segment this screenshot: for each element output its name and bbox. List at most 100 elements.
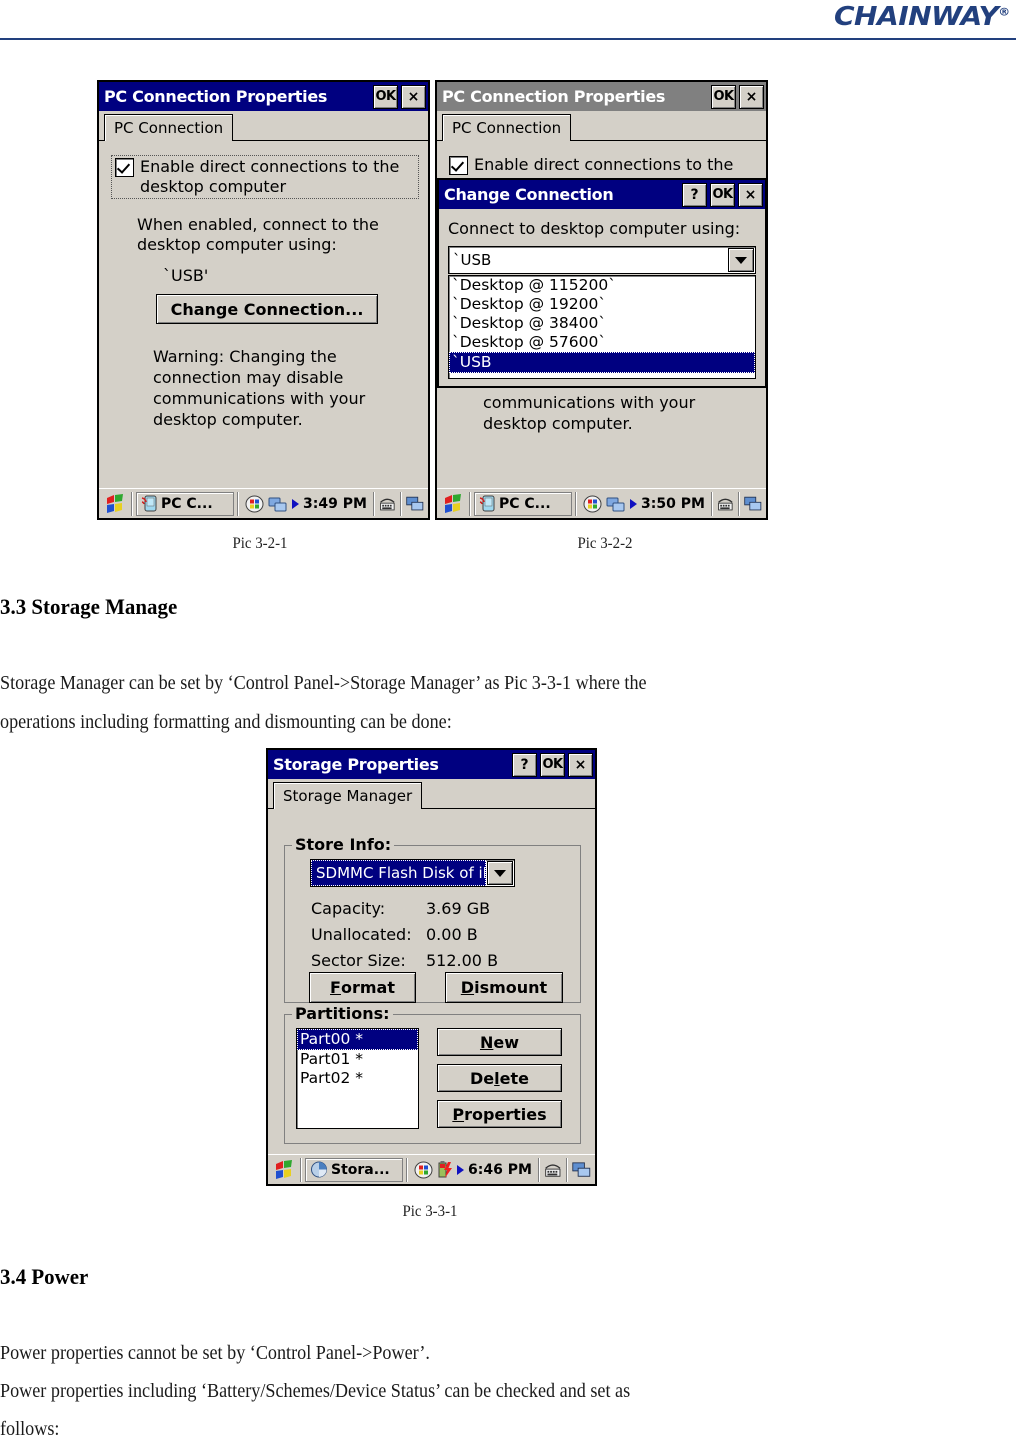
warning-text: Warning: Changing the connection may dis… <box>153 346 416 430</box>
paragraph-3-4-line2: Power properties including ‘Battery/Sche… <box>0 1381 631 1402</box>
pc-connection-properties-window: PC Connection Properties OK × PC Connect… <box>97 80 430 520</box>
taskbar-2-separator <box>469 491 471 516</box>
change-connection-button[interactable]: Change Connection... <box>156 294 378 324</box>
heading-3-3: 3.3 Storage Manage <box>0 594 178 619</box>
storage-window-title: Storage Properties <box>273 755 439 774</box>
partition-properties-button[interactable]: Properties <box>437 1100 562 1128</box>
storage-help-button[interactable]: ? <box>512 752 537 777</box>
window-title-2: PC Connection Properties <box>442 87 666 106</box>
list-item[interactable]: `Desktop @ 57600` <box>449 333 755 352</box>
connect-info-text: When enabled, connect to the desktop com… <box>137 215 416 255</box>
chevron-down-icon[interactable] <box>728 248 754 272</box>
enable-direct-connections-checkbox-row[interactable]: Enable direct connections to the desktop… <box>111 155 419 199</box>
desktop-switch-icon[interactable] <box>405 494 425 514</box>
ok-button-2[interactable]: OK <box>711 84 736 109</box>
taskbar-item-label-storage: Stora... <box>331 1161 390 1178</box>
ok-button[interactable]: OK <box>373 84 398 109</box>
start-button-2[interactable] <box>440 492 466 516</box>
taskbar-item-label: PC C... <box>161 495 213 512</box>
desktop-switch-icon[interactable] <box>743 494 763 514</box>
storage-tabstrip: Storage Manager <box>268 782 595 809</box>
connection-combobox-value: `USB <box>453 251 492 269</box>
enable-direct-connections-label: Enable direct connections to the desktop… <box>140 157 399 197</box>
titlebar: PC Connection Properties OK × <box>99 82 428 111</box>
heading-3-4: 3.4 Power <box>0 1264 89 1289</box>
taskbar-item-storage[interactable]: Stora... <box>305 1157 403 1182</box>
network-connection-icon[interactable] <box>606 495 626 513</box>
tab-pc-connection-2[interactable]: PC Connection <box>442 114 572 141</box>
list-item[interactable]: `Desktop @ 38400` <box>449 314 755 333</box>
connection-dropdown-list[interactable]: `Desktop @ 115200` `Desktop @ 19200` `De… <box>448 275 756 379</box>
store-selector-combobox[interactable]: SDMMC Flash Disk of iN <box>310 859 515 887</box>
checkbox-label-line1: Enable direct connections to the <box>140 157 400 176</box>
delete-partition-button[interactable]: De l ete <box>437 1064 562 1092</box>
window-title: PC Connection Properties <box>104 87 328 106</box>
enable-direct-connections-checkbox-2[interactable] <box>449 156 468 175</box>
partitions-listbox[interactable]: Part00 * Part01 * Part02 * <box>296 1028 419 1129</box>
storage-taskbar-separator <box>300 1157 302 1182</box>
warning-line4: desktop computer. <box>153 410 303 429</box>
close-icon-2[interactable]: × <box>739 84 764 109</box>
taskbar-clock-2[interactable]: 3:50 PM <box>641 496 705 512</box>
input-panel-icon[interactable] <box>245 495 264 513</box>
battery-charging-icon[interactable] <box>437 1160 453 1179</box>
soft-keyboard-icon[interactable] <box>543 1160 563 1180</box>
warning-line2: connection may disable <box>153 368 344 387</box>
store-info-rows: Capacity: 3.69 GB Unallocated: 0.00 B Se… <box>311 896 498 974</box>
close-icon[interactable]: × <box>401 84 426 109</box>
pc-connection-icon <box>141 495 157 512</box>
storage-properties-window: Storage Properties ? OK × Storage Manage… <box>266 748 597 1186</box>
enable-direct-connections-checkbox-row-2[interactable]: Enable direct connections to the <box>449 155 749 175</box>
new-partition-button[interactable]: New <box>437 1028 562 1056</box>
partition-item[interactable]: Part01 * <box>297 1050 418 1069</box>
format-button[interactable]: Format <box>309 972 416 1003</box>
partitions-group-title: Partitions: <box>292 1004 393 1023</box>
taskbar-item-label-2: PC C... <box>499 495 551 512</box>
network-connection-icon[interactable] <box>268 495 288 513</box>
list-item[interactable]: `Desktop @ 19200` <box>449 295 755 314</box>
change-connection-ok-button[interactable]: OK <box>710 182 735 207</box>
enable-direct-connections-label-2: Enable direct connections to the <box>474 155 734 174</box>
unallocated-value: 0.00 B <box>426 925 478 944</box>
taskbar-item-pc-connection-2[interactable]: PC C... <box>474 491 572 516</box>
list-item-selected[interactable]: `USB <box>449 352 755 373</box>
start-button[interactable] <box>102 492 128 516</box>
tray-expand-icon[interactable] <box>292 498 299 509</box>
chevron-down-icon[interactable] <box>487 861 513 885</box>
partition-item-selected[interactable]: Part00 * <box>297 1029 418 1050</box>
current-connection-value: `USB' <box>163 266 209 285</box>
taskbar-item-pc-connection[interactable]: PC C... <box>136 491 234 516</box>
registered-mark: ® <box>998 5 1011 19</box>
storage-titlebar: Storage Properties ? OK × <box>268 750 595 779</box>
soft-keyboard-icon[interactable] <box>716 494 735 514</box>
partition-item[interactable]: Part02 * <box>297 1069 418 1088</box>
start-button-3[interactable] <box>271 1158 297 1182</box>
tray-expand-icon-3[interactable] <box>457 1164 464 1175</box>
list-item[interactable]: `Desktop @ 115200` <box>449 276 755 295</box>
storage-taskbar-separator-3 <box>537 1157 540 1182</box>
store-info-group-title: Store Info: <box>292 835 395 854</box>
soft-keyboard-icon[interactable] <box>378 494 397 514</box>
capacity-label: Capacity: <box>311 899 386 918</box>
change-connection-close-icon[interactable]: × <box>738 182 763 207</box>
tab-pc-connection[interactable]: PC Connection <box>104 114 234 141</box>
enable-direct-connections-checkbox[interactable] <box>115 158 134 177</box>
tray-expand-icon-2[interactable] <box>630 498 637 509</box>
storage-close-icon[interactable]: × <box>568 752 593 777</box>
warning-line3: communications with your <box>153 389 366 408</box>
help-button[interactable]: ? <box>682 182 707 207</box>
input-panel-icon[interactable] <box>414 1161 433 1179</box>
storage-ok-button[interactable]: OK <box>540 752 565 777</box>
dismount-button[interactable]: Dismount <box>445 972 563 1003</box>
info-line1: When enabled, connect to the <box>137 215 379 234</box>
paragraph-3-4-line1: Power properties cannot be set by ‘Contr… <box>0 1343 430 1364</box>
taskbar-2-separator-3 <box>710 491 713 516</box>
storage-taskbar: Stora... 6:46 PM <box>268 1154 595 1184</box>
tab-storage-manager[interactable]: Storage Manager <box>273 782 423 809</box>
connection-combobox[interactable]: `USB <box>448 246 756 274</box>
input-panel-icon[interactable] <box>583 495 602 513</box>
desktop-switch-icon[interactable] <box>571 1160 592 1180</box>
taskbar-clock[interactable]: 3:49 PM <box>303 496 367 512</box>
storage-taskbar-clock[interactable]: 6:46 PM <box>468 1162 532 1178</box>
sector-size-label: Sector Size: <box>311 951 406 970</box>
